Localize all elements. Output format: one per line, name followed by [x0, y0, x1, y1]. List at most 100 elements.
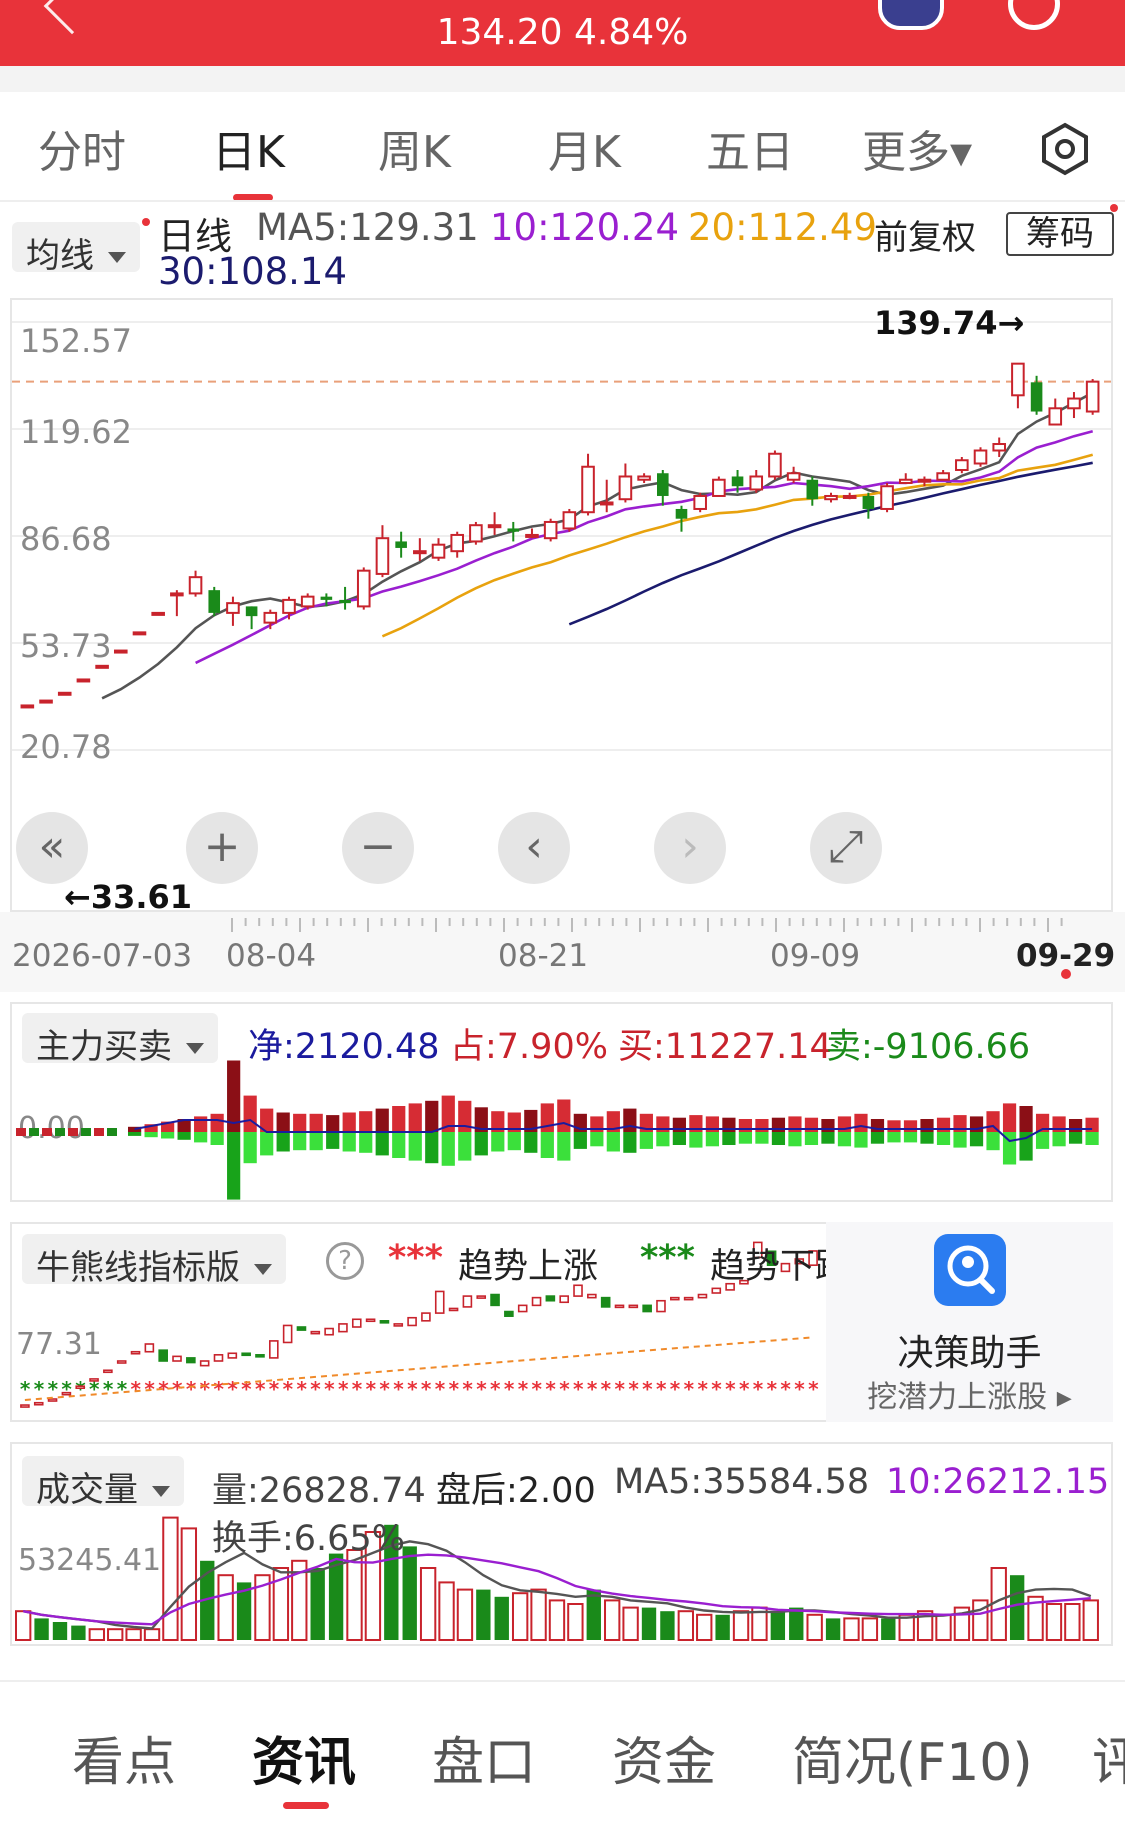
- candle-body: [992, 443, 1007, 452]
- volume-bar: [143, 1628, 161, 1641]
- trend-marker: *: [780, 1377, 791, 1401]
- mini-candle: [241, 1352, 251, 1357]
- capital-sell-bar: [771, 1132, 786, 1145]
- chevron-down-icon: [186, 1043, 204, 1054]
- red-dot: [142, 218, 150, 226]
- decision-assistant[interactable]: 决策助手 挖潜力上涨股 ▸: [826, 1222, 1113, 1422]
- assistant-title: 决策助手: [897, 1333, 1042, 1374]
- help-icon[interactable]: ?: [326, 1242, 364, 1280]
- tab-highlights[interactable]: 看点: [72, 1720, 176, 1795]
- zoom-out-icon[interactable]: −: [342, 812, 414, 884]
- x-tick-label: 08-04: [226, 938, 316, 974]
- chip-button[interactable]: 筹码: [1006, 212, 1114, 256]
- candle-body: [151, 611, 165, 616]
- trend-marker: *: [753, 1377, 764, 1401]
- mini-candle: [545, 1295, 556, 1302]
- trend-marker: *: [296, 1377, 307, 1401]
- tab-intraday[interactable]: 分时: [38, 116, 126, 180]
- candle-body: [487, 524, 502, 529]
- mini-candle: [656, 1299, 666, 1313]
- volume-bar: [217, 1574, 234, 1641]
- volume-bar: [825, 1618, 841, 1640]
- trend-marker: *: [615, 1377, 626, 1401]
- tab-more[interactable]: 更多▾: [862, 116, 972, 180]
- capital-buy-bar: [821, 1119, 835, 1132]
- capital-sell-bar: [524, 1132, 538, 1153]
- trend-marker: *: [656, 1377, 667, 1401]
- candle-body: [768, 452, 782, 478]
- volume-dropdown[interactable]: 成交量: [22, 1456, 184, 1510]
- prev-icon[interactable]: ‹: [498, 812, 570, 884]
- zoom-in-icon[interactable]: +: [186, 812, 258, 884]
- capital-sell-bar: [359, 1132, 373, 1153]
- mini-candle: [434, 1290, 445, 1314]
- volume-bar: [419, 1567, 437, 1641]
- tab-quotes[interactable]: 盘口: [432, 1720, 536, 1795]
- capital-buy-bar: [557, 1099, 571, 1132]
- candle-body: [581, 465, 595, 514]
- trend-marker: *: [144, 1377, 155, 1401]
- capital-sell-bar: [458, 1132, 472, 1161]
- capital-bar: [68, 1128, 78, 1136]
- capital-sell-bar: [491, 1132, 505, 1152]
- mini-candle: [227, 1352, 238, 1359]
- mini-candle: [255, 1354, 265, 1358]
- capital-sell-bar: [243, 1132, 257, 1164]
- candle-body: [973, 449, 988, 465]
- capital-bar: [42, 1128, 52, 1136]
- next-icon[interactable]: ›: [654, 812, 726, 884]
- settings-icon[interactable]: [1038, 122, 1092, 176]
- candle-body: [936, 472, 950, 481]
- date-axis: 2026-07-03 08-04 08-21 09-09 09-29: [0, 912, 1125, 992]
- capital-sell-bar: [326, 1132, 340, 1149]
- trend-marker: *: [794, 1377, 805, 1401]
- mini-candle: [338, 1323, 348, 1333]
- tab-daily-k[interactable]: 日K: [212, 116, 285, 180]
- tab-weekly-k[interactable]: 周K: [378, 116, 451, 180]
- tab-comments[interactable]: 评: [1092, 1720, 1125, 1795]
- capital-sell-bar: [953, 1132, 967, 1148]
- volume-bar: [806, 1613, 823, 1642]
- candle-body: [395, 541, 407, 548]
- candle-body: [170, 592, 184, 597]
- volume-bar: [107, 1628, 124, 1641]
- trend-marker: *: [725, 1377, 736, 1401]
- candle-body: [1048, 407, 1063, 426]
- adjust-mode[interactable]: 前复权: [874, 210, 976, 259]
- volume-bar: [88, 1628, 105, 1641]
- capital-sell-bar: [936, 1132, 951, 1145]
- volume-dropdown-label: 成交量: [36, 1470, 138, 1510]
- capital-buy-bar: [887, 1120, 901, 1132]
- tab-five-day[interactable]: 五日: [706, 116, 794, 180]
- capital-dropdown-label: 主力买卖: [36, 1027, 172, 1067]
- candle-body: [618, 475, 633, 501]
- candle-body: [731, 476, 744, 487]
- tab-monthly-k[interactable]: 月K: [548, 116, 621, 180]
- trend-marker: *: [283, 1377, 294, 1401]
- capital-buy-bar: [194, 1116, 208, 1132]
- capital-bar: [16, 1128, 26, 1136]
- capital-sell-bar: [639, 1132, 653, 1149]
- bullbear-dropdown[interactable]: 牛熊线指标版: [22, 1234, 286, 1288]
- red-dot: [1061, 969, 1071, 979]
- trend-marker: *: [200, 1377, 211, 1401]
- tab-news[interactable]: 资讯: [252, 1720, 356, 1795]
- volume-bar: [1082, 1599, 1099, 1641]
- high-label: 139.74→: [874, 304, 1024, 342]
- mini-candle: [296, 1326, 307, 1331]
- ma-dropdown[interactable]: 均线: [12, 222, 140, 276]
- capital-sell-bar: [821, 1132, 835, 1144]
- robot-icon[interactable]: [878, 0, 944, 30]
- capital-buy-bar: [920, 1119, 934, 1132]
- tab-f10[interactable]: 简况(F10): [792, 1720, 1033, 1795]
- tab-funds[interactable]: 资金: [612, 1720, 716, 1795]
- trend-marker: *: [518, 1377, 529, 1401]
- trend-marker: *: [131, 1377, 142, 1401]
- capital-dropdown[interactable]: 主力买卖: [22, 1013, 218, 1067]
- capital-sell-bar: [342, 1132, 356, 1152]
- fullscreen-icon[interactable]: ⤢: [810, 812, 882, 884]
- scroll-left-icon[interactable]: «: [16, 812, 88, 884]
- y-tick-label: 20.78: [20, 728, 112, 766]
- capital-sell-bar: [887, 1132, 901, 1143]
- candle-body: [917, 478, 932, 483]
